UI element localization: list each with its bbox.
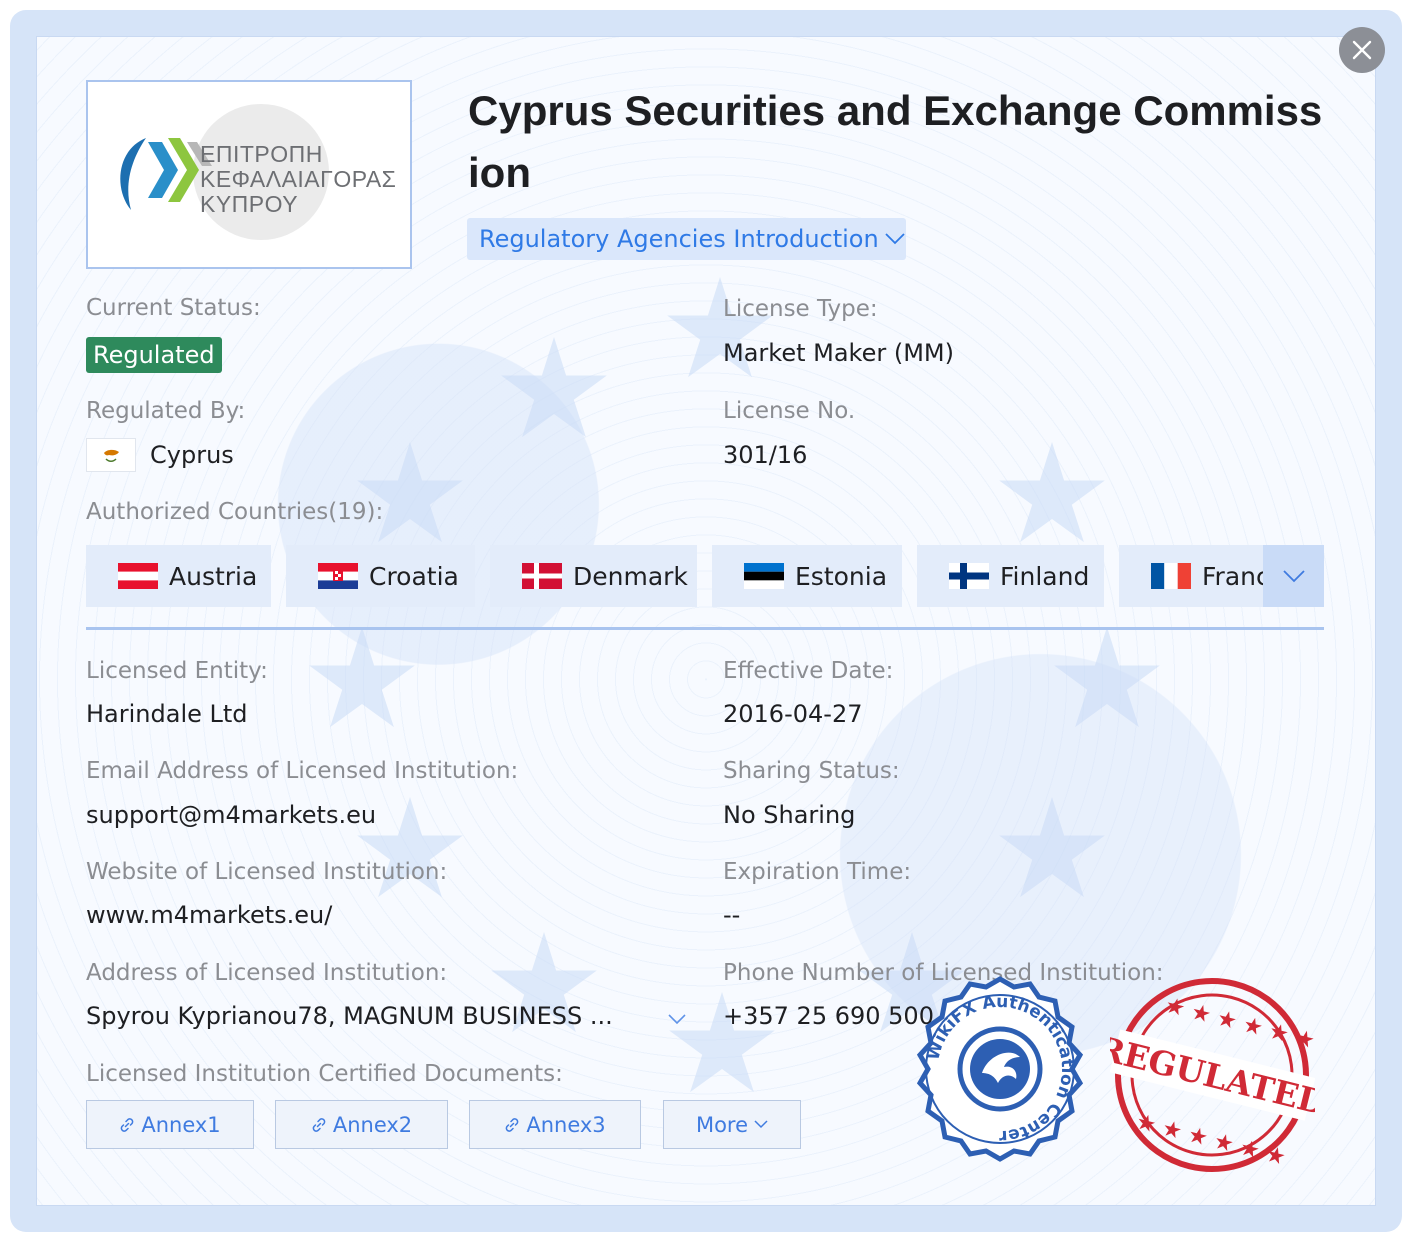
more-label: More bbox=[695, 1112, 749, 1137]
country-name: Austria bbox=[169, 561, 258, 591]
country-estonia[interactable]: Estonia bbox=[712, 545, 902, 607]
certified-documents-label: Licensed Institution Certified Documents… bbox=[86, 1061, 563, 1087]
sharing-status-label: Sharing Status: bbox=[723, 758, 900, 784]
background-star-icon bbox=[999, 442, 1105, 543]
annex1-button[interactable]: Annex1 bbox=[86, 1100, 254, 1149]
authorized-countries-list: Austria Croatia Denmark Estonia Finland … bbox=[86, 545, 1324, 607]
annex-label: Annex3 bbox=[526, 1112, 606, 1137]
chevron-down-icon bbox=[668, 1014, 686, 1025]
country-finland[interactable]: Finland bbox=[917, 545, 1104, 607]
regulated-stamp-icon: ★ ★ ★ ★ ★ ★ ★ ★ ★ ★ ★ ★ REGULATED bbox=[1110, 978, 1315, 1172]
annex-label: Annex1 bbox=[141, 1112, 221, 1137]
address-value: Spyrou Kyprianou78, MAGNUM BUSINESS ... bbox=[86, 1002, 613, 1030]
sharing-status-value: No Sharing bbox=[723, 801, 856, 829]
background-star-icon bbox=[1054, 627, 1160, 728]
logo-line: ΚΥΠΡΟΥ bbox=[200, 191, 299, 217]
license-no-value: 301/16 bbox=[723, 441, 808, 469]
finland-flag-icon bbox=[949, 563, 989, 589]
regulator-title: Cyprus Securities and Exchange Commissio… bbox=[468, 87, 1323, 196]
effective-date-value: 2016-04-27 bbox=[723, 700, 863, 728]
section-divider bbox=[86, 627, 1324, 630]
annex2-button[interactable]: Annex2 bbox=[275, 1100, 448, 1149]
expand-countries-button[interactable] bbox=[1263, 545, 1324, 607]
intro-button-label: Regulatory Agencies Introduction bbox=[479, 225, 879, 253]
france-flag-icon bbox=[1151, 563, 1191, 589]
croatia-flag-icon bbox=[318, 563, 358, 589]
website-value[interactable]: www.m4markets.eu/ bbox=[86, 901, 332, 929]
status-badge: Regulated bbox=[86, 337, 222, 373]
email-value: support@m4markets.eu bbox=[86, 801, 377, 829]
svg-text:★ ★ ★ ★ ★ ★: ★ ★ ★ ★ ★ ★ bbox=[1162, 993, 1315, 1054]
close-button[interactable] bbox=[1339, 27, 1385, 73]
link-icon bbox=[121, 1117, 134, 1132]
chevron-down-icon bbox=[754, 1120, 768, 1129]
license-type-value: Market Maker (MM) bbox=[723, 339, 954, 367]
wikifx-authentication-seal-icon: WikiFX Authentication Center bbox=[916, 976, 1084, 1162]
denmark-flag-icon bbox=[522, 563, 562, 589]
license-no-label: License No. bbox=[723, 398, 856, 424]
annex3-button[interactable]: Annex3 bbox=[469, 1100, 641, 1149]
authorized-countries-label: Authorized Countries(19): bbox=[86, 499, 384, 525]
link-icon bbox=[506, 1117, 519, 1132]
more-documents-button[interactable]: More bbox=[663, 1100, 801, 1149]
effective-date-label: Effective Date: bbox=[723, 658, 894, 684]
background-star-icon bbox=[501, 337, 607, 438]
regulatory-agencies-introduction-button[interactable]: Regulatory Agencies Introduction bbox=[467, 218, 906, 260]
regulator-logo-text: ΕΠΙΤΡΟΠΗ ΚΕΦΑΛΑΙΑΓΟΡΑΣ ΚΥΠΡΟΥ bbox=[200, 142, 396, 217]
background-star-icon bbox=[357, 442, 463, 543]
background-star-icon bbox=[667, 277, 773, 378]
austria-flag-icon bbox=[118, 563, 158, 589]
current-status-label: Current Status: bbox=[86, 295, 261, 321]
expand-address-button[interactable] bbox=[668, 1010, 686, 1029]
logo-line: ΕΠΙΤΡΟΠΗ bbox=[200, 141, 323, 167]
cyprus-flag-icon bbox=[86, 438, 136, 472]
estonia-flag-icon bbox=[744, 563, 784, 589]
country-name: Denmark bbox=[573, 561, 688, 591]
background-star-icon bbox=[309, 627, 415, 728]
logo-line: ΚΕΦΑΛΑΙΑΓΟΡΑΣ bbox=[200, 166, 397, 192]
close-icon bbox=[1352, 40, 1372, 60]
chevron-down-icon bbox=[1282, 569, 1305, 582]
website-label: Website of Licensed Institution: bbox=[86, 859, 448, 885]
regulated-by-value: Cyprus bbox=[150, 441, 234, 469]
regulator-logo: ΕΠΙΤΡΟΠΗ ΚΕΦΑΛΑΙΑΓΟΡΑΣ ΚΥΠΡΟΥ bbox=[86, 80, 412, 269]
link-icon bbox=[312, 1117, 326, 1132]
country-name: Croatia bbox=[369, 561, 459, 591]
address-label: Address of Licensed Institution: bbox=[86, 960, 448, 986]
chevron-down-icon bbox=[885, 233, 905, 245]
licensed-entity-label: Licensed Entity: bbox=[86, 658, 268, 684]
background-star-icon bbox=[999, 797, 1105, 898]
svg-text:★ ★ ★ ★ ★ ★: ★ ★ ★ ★ ★ ★ bbox=[1133, 1109, 1288, 1170]
phone-value: +357 25 690 500 bbox=[723, 1002, 934, 1030]
country-austria[interactable]: Austria bbox=[86, 545, 271, 607]
expiration-time-label: Expiration Time: bbox=[723, 859, 912, 885]
country-croatia[interactable]: Croatia bbox=[286, 545, 475, 607]
country-name: Estonia bbox=[795, 561, 888, 591]
licensed-entity-value: Harindale Ltd bbox=[86, 700, 248, 728]
expiration-time-value: -- bbox=[723, 901, 741, 929]
annex-label: Annex2 bbox=[332, 1112, 413, 1137]
country-denmark[interactable]: Denmark bbox=[490, 545, 697, 607]
country-name: Finland bbox=[1000, 561, 1090, 591]
license-type-label: License Type: bbox=[723, 296, 878, 322]
email-label: Email Address of Licensed Institution: bbox=[86, 758, 519, 784]
regulated-by-label: Regulated By: bbox=[86, 398, 246, 424]
